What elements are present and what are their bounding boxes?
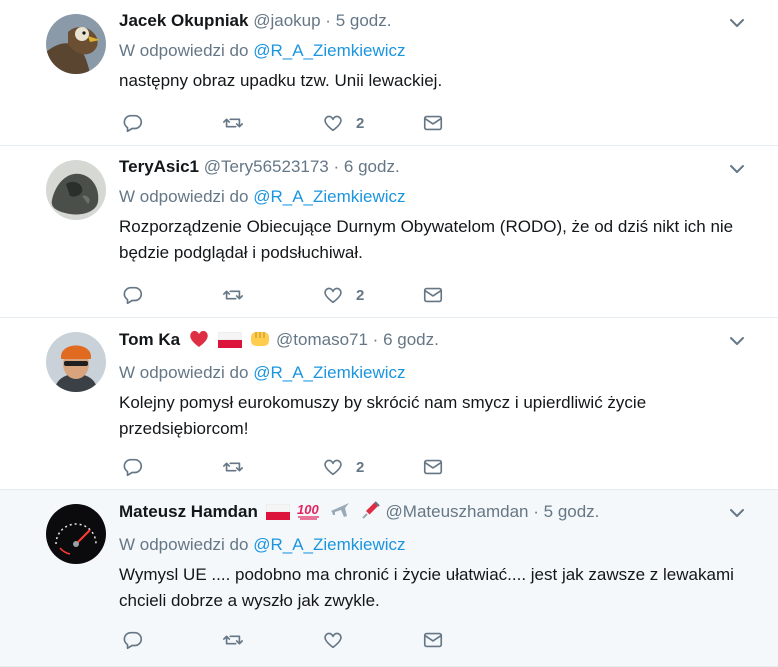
like-button[interactable]: 2 xyxy=(322,284,422,306)
tweet-text: Kolejny pomysł eurokomuszy by skrócić na… xyxy=(119,393,647,438)
chevron-down-icon[interactable] xyxy=(728,332,746,350)
tweet-actions: 2 xyxy=(122,455,444,479)
reply-context: W odpowiedzi do @R_A_Ziemkiewicz xyxy=(119,40,758,62)
heart-icon xyxy=(324,459,342,476)
reply-to-link[interactable]: @R_A_Ziemkiewicz xyxy=(253,535,405,554)
reply-button[interactable] xyxy=(122,629,222,651)
envelope-icon xyxy=(423,115,443,131)
reply-icon xyxy=(123,286,143,305)
like-button[interactable]: 2 xyxy=(322,112,422,134)
author-name[interactable]: Tom Ka xyxy=(119,330,180,349)
author-name[interactable]: Mateusz Hamdan xyxy=(119,502,258,521)
chevron-down-icon[interactable] xyxy=(728,160,746,178)
avatar[interactable] xyxy=(46,14,106,74)
tweet-header: Jacek Okupniak @jaokup · 5 godz. xyxy=(119,10,758,32)
retweet-button[interactable] xyxy=(222,112,322,134)
envelope-icon xyxy=(423,287,443,303)
like-count: 2 xyxy=(356,114,365,132)
tweet-text: następny obraz upadku tzw. Unii lewackie… xyxy=(119,71,443,90)
author-handle[interactable]: @Tery56523173 xyxy=(204,157,329,176)
reply-button[interactable] xyxy=(122,284,222,306)
tweet-header: TeryAsic1 @Tery56523173 · 6 godz. xyxy=(119,156,758,178)
avatar-eagle-image xyxy=(46,14,106,74)
direct-message-button[interactable] xyxy=(422,112,444,134)
timestamp[interactable]: 5 godz. xyxy=(336,11,392,30)
reply-icon xyxy=(123,631,143,650)
timestamp[interactable]: 6 godz. xyxy=(344,157,400,176)
tweet-actions: 2 xyxy=(122,111,444,135)
separator: · xyxy=(372,330,379,349)
reply-prefix: W odpowiedzi do xyxy=(119,187,249,206)
fist-emoji-icon xyxy=(249,328,271,354)
poland-flag-icon xyxy=(217,331,242,354)
author-name[interactable]: TeryAsic1 xyxy=(119,157,199,176)
author-name[interactable]: Jacek Okupniak xyxy=(119,11,248,30)
timestamp[interactable]: 5 godz. xyxy=(544,502,600,521)
reply-context: W odpowiedzi do @R_A_Ziemkiewicz xyxy=(119,186,758,208)
reply-to-link[interactable]: @R_A_Ziemkiewicz xyxy=(253,187,405,206)
like-count: 2 xyxy=(356,458,365,476)
envelope-icon xyxy=(423,459,443,475)
direct-message-button[interactable] xyxy=(422,456,444,478)
author-handle[interactable]: @Mateuszhamdan xyxy=(386,502,529,521)
heart-icon xyxy=(324,287,342,304)
reply-button[interactable] xyxy=(122,456,222,478)
reply-prefix: W odpowiedzi do xyxy=(119,535,249,554)
author-handle[interactable]: @jaokup xyxy=(253,11,320,30)
separator: · xyxy=(533,502,539,521)
tweet[interactable]: Tom Ka @tomaso71 · 6 godz. W odpowiedzi … xyxy=(0,318,778,490)
like-count: 2 xyxy=(356,286,365,304)
tweet-text: Wymysl UE .... podobno ma chronić i życi… xyxy=(119,565,734,610)
tweet-actions: 2 xyxy=(122,283,444,307)
reply-icon xyxy=(123,114,143,133)
hundred-points-icon: 100 xyxy=(297,500,321,526)
like-button[interactable]: 2 xyxy=(322,456,422,478)
tweet-header: Mateusz Hamdan 100 @Mateuszhamdan · 5 go… xyxy=(119,500,758,526)
direct-message-button[interactable] xyxy=(422,284,444,306)
avatar[interactable] xyxy=(46,160,106,220)
like-button[interactable] xyxy=(322,629,422,651)
heart-icon xyxy=(324,115,342,132)
tweet[interactable]: Jacek Okupniak @jaokup · 5 godz. W odpow… xyxy=(0,0,778,146)
svg-text:100: 100 xyxy=(297,502,319,517)
chevron-down-icon[interactable] xyxy=(728,14,746,32)
retweet-icon xyxy=(223,462,243,472)
avatar-speedometer-image xyxy=(46,504,106,564)
retweet-button[interactable] xyxy=(222,284,322,306)
avatar-person-image xyxy=(46,332,106,392)
retweet-button[interactable] xyxy=(222,629,322,651)
airplane-icon xyxy=(329,500,351,526)
tweet-header: Tom Ka @tomaso71 · 6 godz. xyxy=(119,328,758,354)
poland-flag-icon xyxy=(265,503,290,526)
reply-prefix: W odpowiedzi do xyxy=(119,363,249,382)
syringe-icon xyxy=(359,500,381,526)
tweet-text: Rozporządzenie Obiecujące Durnym Obywate… xyxy=(119,217,734,262)
tweet[interactable]: Mateusz Hamdan 100 @Mateuszhamdan · 5 go… xyxy=(0,490,778,667)
tweet-actions xyxy=(122,628,444,652)
avatar[interactable] xyxy=(46,332,106,392)
retweet-icon xyxy=(223,635,243,645)
reply-to-link[interactable]: @R_A_Ziemkiewicz xyxy=(253,41,405,60)
retweet-icon xyxy=(223,118,243,128)
reply-context: W odpowiedzi do @R_A_Ziemkiewicz xyxy=(119,534,758,556)
reply-button[interactable] xyxy=(122,112,222,134)
avatar-rock-image xyxy=(46,160,106,220)
author-handle[interactable]: @tomaso71 xyxy=(276,330,368,349)
separator: · xyxy=(325,11,331,30)
heart-icon xyxy=(324,632,342,649)
tweet[interactable]: TeryAsic1 @Tery56523173 · 6 godz. W odpo… xyxy=(0,146,778,318)
retweet-icon xyxy=(223,290,243,300)
timestamp[interactable]: 6 godz. xyxy=(383,330,439,349)
reply-context: W odpowiedzi do @R_A_Ziemkiewicz xyxy=(119,362,758,384)
separator: · xyxy=(333,157,340,176)
avatar[interactable] xyxy=(46,504,106,564)
chevron-down-icon[interactable] xyxy=(728,504,746,522)
heart-emoji-icon xyxy=(188,328,210,354)
retweet-button[interactable] xyxy=(222,456,322,478)
direct-message-button[interactable] xyxy=(422,629,444,651)
reply-icon xyxy=(123,458,143,477)
reply-prefix: W odpowiedzi do xyxy=(119,41,249,60)
envelope-icon xyxy=(423,632,443,648)
reply-to-link[interactable]: @R_A_Ziemkiewicz xyxy=(253,363,405,382)
